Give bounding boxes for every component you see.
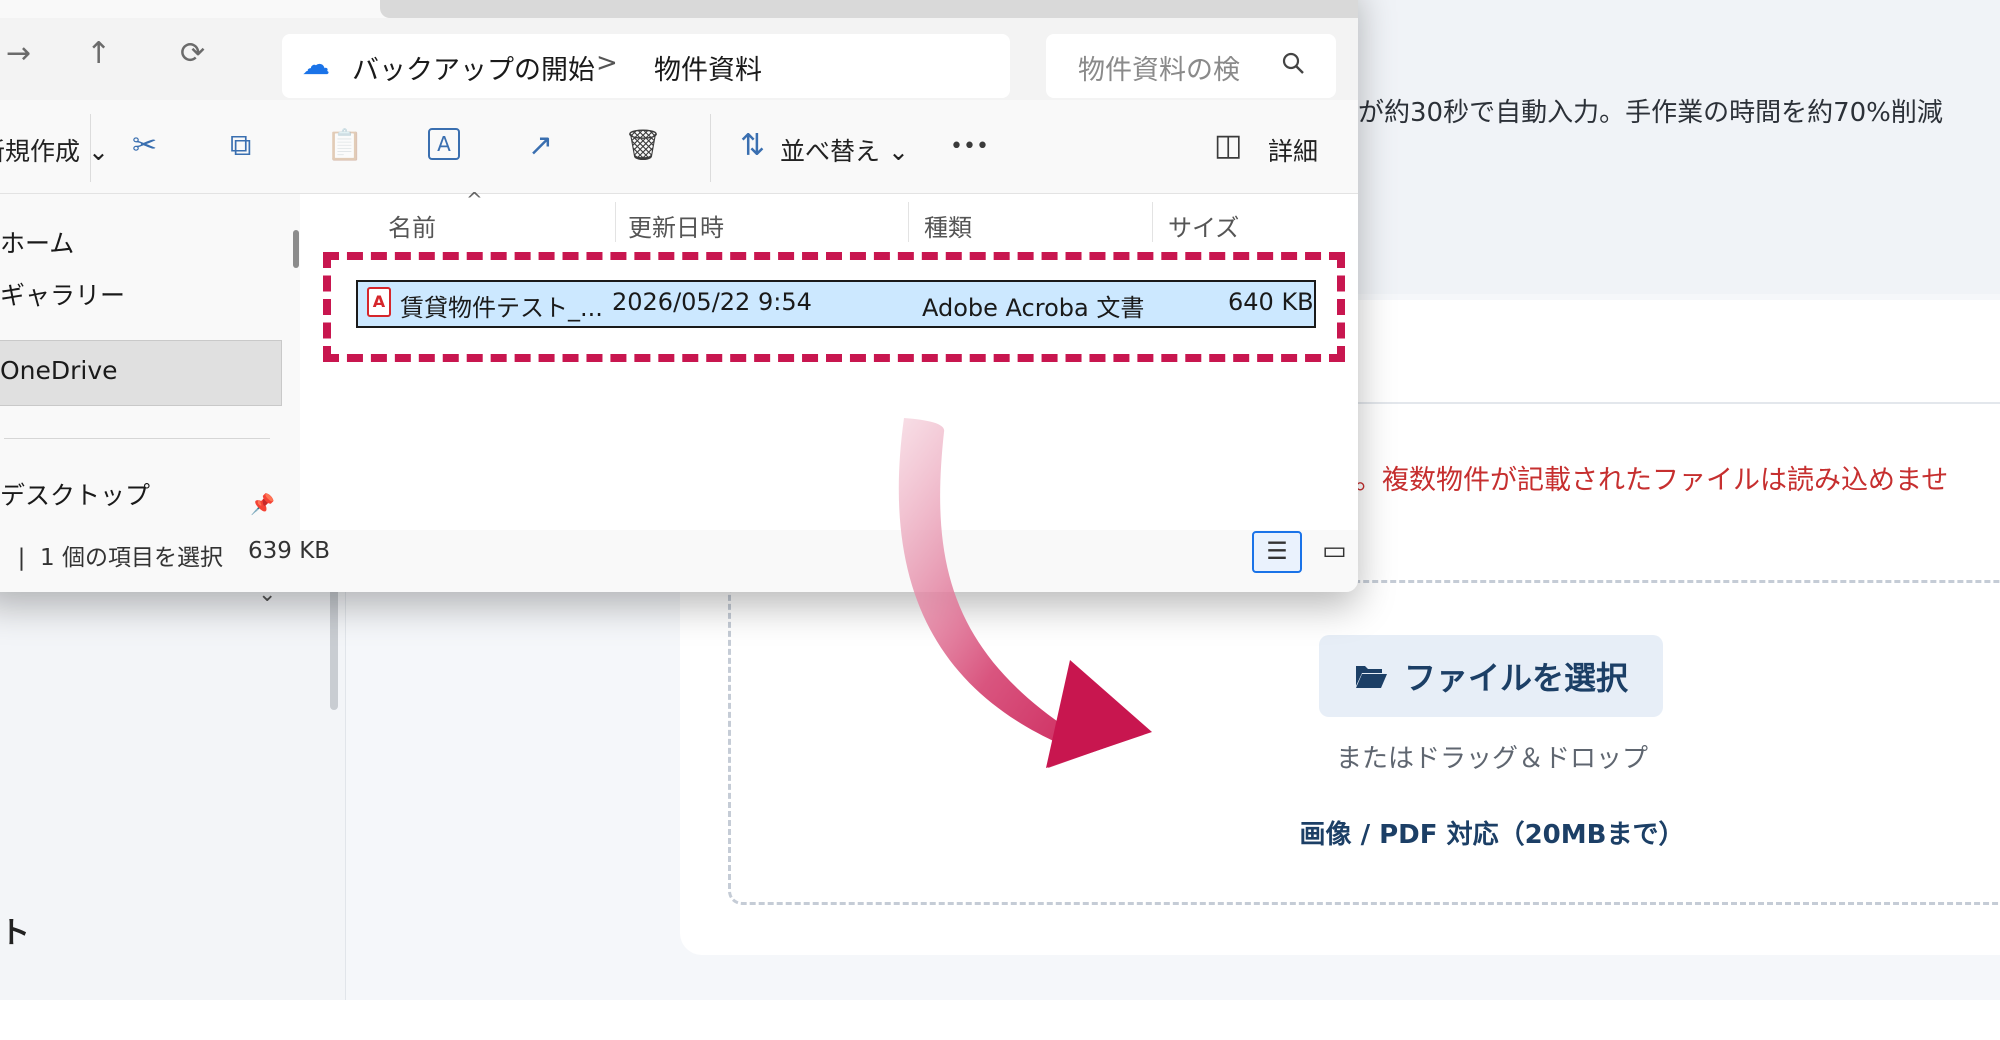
- header-section: [1358, 0, 2000, 294]
- file-explorer-window: → ↑ ⟳ ☁ バックアップの開始 > 物件資料 物件資料の検 新規作成 ⌄ ✂…: [0, 0, 1358, 592]
- refresh-icon[interactable]: ⟳: [180, 36, 205, 71]
- column-divider[interactable]: [908, 202, 909, 242]
- warning-message: 。複数物件が記載されたファイルは読み込めませ: [1355, 465, 1949, 496]
- more-options-icon[interactable]: •••: [950, 134, 989, 159]
- file-list: [300, 194, 1358, 530]
- details-pane-icon[interactable]: ◫: [1214, 128, 1242, 163]
- breadcrumb-separator-icon[interactable]: >: [596, 48, 618, 78]
- sidebar-label: ト: [0, 916, 30, 951]
- new-button[interactable]: 新規作成 ⌄: [0, 132, 109, 168]
- tiles-view-icon[interactable]: ▭: [1322, 536, 1347, 566]
- sort-icon[interactable]: ⇅: [740, 128, 765, 163]
- status-item-count: 目: [0, 545, 3, 571]
- column-header-size[interactable]: サイズ: [1168, 208, 1239, 243]
- section-divider: [1358, 402, 2000, 404]
- column-header-type[interactable]: 種類: [924, 208, 972, 243]
- toolbar-divider: [90, 114, 91, 182]
- search-placeholder: 物件資料の検: [1078, 55, 1240, 86]
- breadcrumb-property-docs[interactable]: 物件資料: [654, 48, 762, 87]
- search-icon[interactable]: [1280, 50, 1306, 76]
- details-view-icon[interactable]: ☰: [1252, 531, 1302, 573]
- nav-item-gallery[interactable]: ギャラリー: [0, 276, 125, 312]
- column-divider[interactable]: [615, 202, 616, 242]
- status-selected: 1 個の項目を選択: [40, 545, 223, 571]
- status-selected-size: 639 KB: [248, 538, 331, 564]
- breadcrumb-backup[interactable]: バックアップの開始: [352, 48, 595, 87]
- page-bottom: [0, 1000, 2000, 1040]
- column-divider[interactable]: [1152, 202, 1153, 242]
- header-description: が約30秒で自動入力。手作業の時間を約70%削減: [1358, 98, 1943, 128]
- sort-button[interactable]: 並べ替え ⌄: [780, 132, 909, 168]
- folder-open-icon: [1355, 666, 1387, 688]
- cut-icon[interactable]: ✂: [132, 128, 157, 163]
- paste-icon[interactable]: 📋: [326, 128, 363, 163]
- command-bar: [0, 100, 1358, 194]
- nav-item-home[interactable]: ホーム: [0, 224, 74, 260]
- up-icon[interactable]: ↑: [86, 36, 111, 71]
- details-button[interactable]: 詳細: [1268, 132, 1318, 168]
- forward-icon[interactable]: →: [6, 36, 31, 71]
- select-file-label: ファイルを選択: [1403, 659, 1628, 697]
- nav-item-desktop[interactable]: デスクトップ: [0, 476, 150, 512]
- pin-icon[interactable]: 📌: [250, 492, 275, 516]
- select-file-button[interactable]: ファイルを選択: [1319, 635, 1663, 717]
- nav-pane-scrollbar[interactable]: [293, 230, 299, 268]
- sort-ascending-icon: ^: [466, 188, 483, 212]
- column-header-modified[interactable]: 更新日時: [628, 208, 724, 243]
- column-header-name[interactable]: 名前: [388, 208, 436, 243]
- supported-formats: 画像 / PDF 対応（20MBまで）: [1299, 820, 1685, 850]
- status-items: 目 | 1 個の項目を選択: [0, 538, 223, 572]
- nav-pane-divider: [4, 438, 270, 439]
- nav-item-onedrive[interactable]: OneDrive: [0, 356, 118, 385]
- rename-icon[interactable]: A: [428, 128, 460, 160]
- cloud-backup-icon: ☁: [302, 48, 330, 81]
- delete-icon[interactable]: 🗑: [624, 128, 662, 163]
- share-icon[interactable]: ↗: [528, 128, 553, 163]
- copy-icon[interactable]: ⧉: [230, 128, 251, 163]
- selection-highlight-box: [323, 252, 1345, 362]
- title-bar[interactable]: [380, 0, 1358, 18]
- drag-drop-hint: またはドラッグ＆ドロップ: [1335, 744, 1648, 774]
- toolbar-divider: [710, 114, 711, 182]
